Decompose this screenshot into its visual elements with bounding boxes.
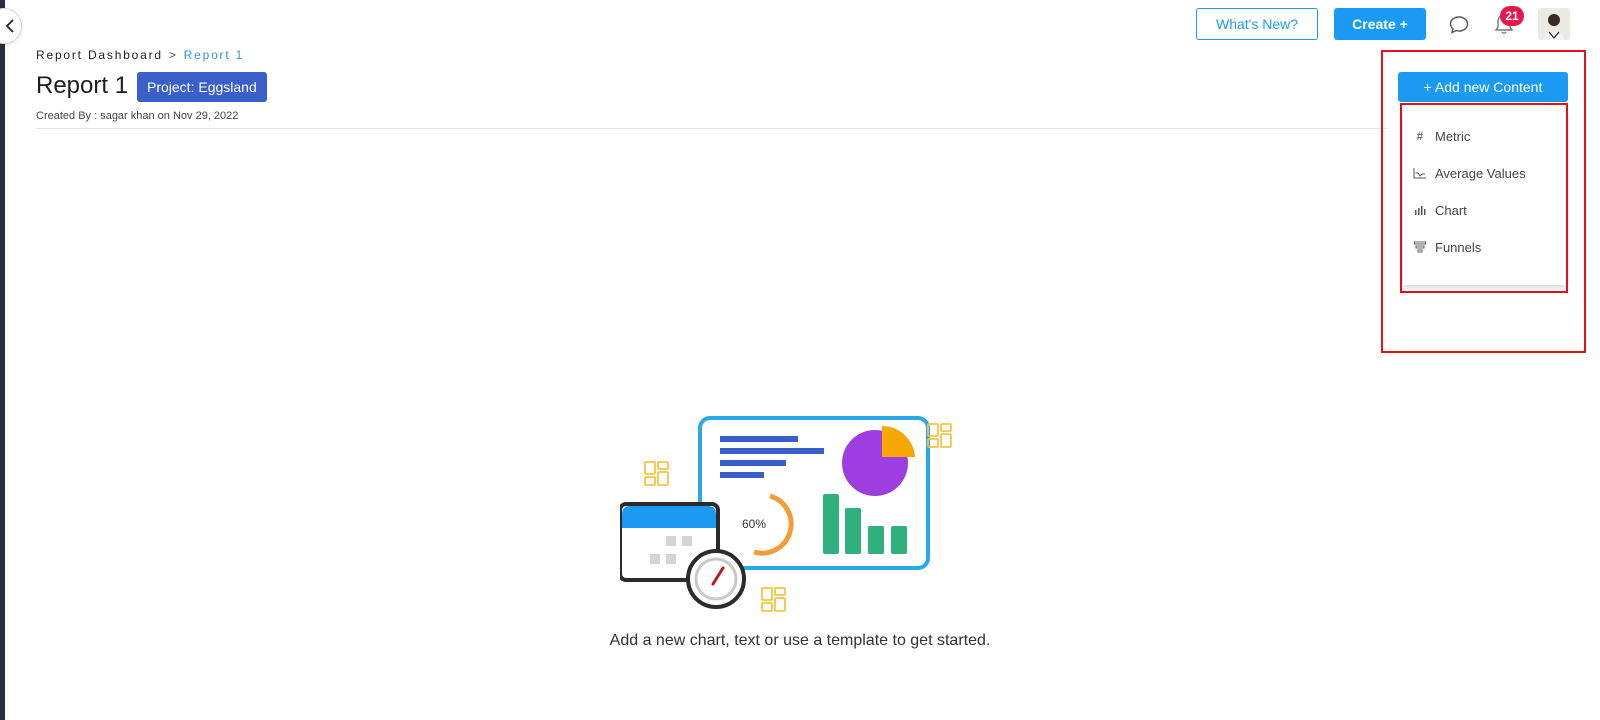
illustration-grid-icon: [761, 587, 786, 612]
hash-icon: #: [1416, 129, 1424, 143]
sidebar-toggle-button[interactable]: [0, 8, 22, 44]
create-button[interactable]: Create +: [1334, 8, 1426, 40]
illustration-bar-3: [868, 526, 884, 554]
project-badge: Project: Eggsland: [137, 72, 267, 102]
illustration-line-4: [720, 472, 764, 478]
line-chart-icon: [1413, 166, 1427, 180]
add-new-content-button[interactable]: + Add new Content: [1398, 72, 1568, 102]
user-avatar-icon: [1538, 8, 1570, 40]
menu-item-metric[interactable]: # Metric: [1413, 122, 1563, 150]
illustration-calendar-cell: [666, 536, 676, 546]
menu-item-average-values[interactable]: Average Values: [1413, 159, 1563, 187]
illustration-grid-icon: [927, 423, 952, 448]
illustration-calendar-header: [622, 506, 716, 528]
breadcrumb: Report Dashboard > Report 1: [36, 48, 244, 62]
empty-dashboard-illustration: 60%: [620, 416, 952, 612]
menu-item-label: Average Values: [1435, 165, 1526, 181]
chat-icon[interactable]: [1448, 14, 1470, 36]
page-title: Report 1: [36, 72, 129, 99]
notification-badge: 21: [1500, 6, 1524, 26]
menu-item-label: Funnels: [1435, 239, 1482, 255]
illustration-calendar-cell: [650, 554, 660, 564]
bar-chart-icon: [1413, 203, 1427, 217]
menu-item-label: Chart: [1435, 202, 1467, 218]
illustration-bar-1: [823, 494, 839, 554]
illustration-gauge-label: 60%: [742, 517, 766, 531]
illustration-bar-2: [845, 508, 861, 554]
illustration-bar-4: [891, 526, 907, 554]
chevron-left-icon: [5, 19, 14, 33]
add-content-dropdown: # Metric Average Values Chart Funnels: [1403, 111, 1566, 285]
whats-new-button[interactable]: What's New?: [1196, 8, 1318, 40]
menu-item-label: Metric: [1435, 128, 1471, 144]
breadcrumb-current: Report 1: [183, 48, 245, 62]
funnel-icon: [1413, 240, 1427, 254]
avatar[interactable]: [1538, 8, 1570, 40]
empty-state-message: Add a new chart, text or use a template …: [609, 632, 991, 649]
left-sidebar-edge: [0, 0, 5, 720]
breadcrumb-separator: >: [168, 48, 178, 62]
created-by-text: Created By : sagar khan on Nov 29, 2022: [36, 110, 239, 122]
illustration-calendar-cell: [666, 554, 676, 564]
menu-item-chart[interactable]: Chart: [1413, 196, 1563, 224]
menu-item-funnels[interactable]: Funnels: [1413, 233, 1563, 261]
breadcrumb-parent[interactable]: Report Dashboard: [36, 48, 163, 62]
illustration-line-1: [720, 436, 798, 442]
header-divider: [36, 128, 1388, 129]
illustration-calendar-cell: [682, 536, 692, 546]
illustration-grid-icon: [644, 461, 669, 486]
illustration-line-3: [720, 460, 786, 466]
illustration-line-2: [720, 448, 824, 454]
